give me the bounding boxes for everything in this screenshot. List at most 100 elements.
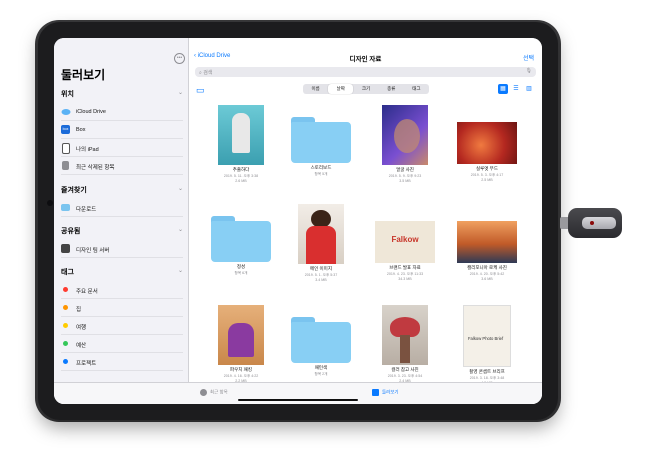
document-title: Falkow [391,235,419,244]
section-locations[interactable]: 위치 ⌄ [61,89,183,99]
sidebar-item-label: 다운로드 [76,207,97,213]
sidebar-item-label: 나의 iPad [76,147,99,153]
sidebar-item-icloud[interactable]: iCloud Drive [61,104,183,121]
sidebar-title: 둘러보기 [61,68,106,82]
search-placeholder: 검색 [203,70,213,76]
sidebar-item-downloads[interactable]: 다운로드 [61,200,183,217]
clock-icon [200,389,207,396]
document-thumbnail: Falkow [375,221,435,263]
file-meta: 2019. 4. 23. 오후 11:33 34.3 MB [386,272,424,281]
chevron-down-icon: ⌄ [177,90,183,96]
tab-recents[interactable]: 최근 항목 [200,389,228,396]
sidebar-item-label: 여행 [76,325,87,331]
grid-view-icon[interactable]: ▦ [498,84,508,94]
select-button[interactable]: 선택 [523,53,534,62]
file-tile[interactable]: 캘리포니아 로케 사진 2019. 4. 20. 오후 5:42 3.6 MB [449,221,525,281]
file-tile[interactable]: 얼굴 사진 2019. 5. 9. 오후 9:23 3.5 MB [367,105,443,183]
photo-thumbnail [457,221,517,263]
search-icon: ⌕ 검색 [199,70,213,76]
sort-kind[interactable]: 종류 [379,84,404,94]
section-label: 태그 [61,269,74,276]
file-meta: 항목 5개 [314,172,328,176]
sidebar-item-label: iCloud Drive [76,109,106,115]
sidebar-item-tag-important[interactable]: 주요 문서 [61,282,183,299]
file-meta: 2019. 5. 11. 오후 3:38 2.6 MB [223,174,259,183]
sidebar-item-label: 최근 삭제된 항목 [76,165,115,171]
file-tile[interactable]: 메인 이미지 2019. 5. 1. 오후 5:37 3.4 MB [283,204,359,282]
file-name: 파우치 패킹 [230,367,252,372]
column-view-icon[interactable]: ▥ [524,84,534,94]
sidebar-item-label: 디자인 팀 서버 [76,248,110,254]
folder-icon [372,389,379,396]
photo-thumbnail [382,105,428,165]
section-label: 즐겨찾기 [61,187,87,194]
sidebar-item-box[interactable]: box Box [61,122,183,139]
sidebar-item-tag-home[interactable]: 집 [61,300,183,317]
tag-yellow-icon [63,323,68,328]
sidebar-item-label: Box [76,127,86,133]
file-tile[interactable]: 실루엣 무드 2019. 5. 3. 오후 4:17 2.5 MB [449,122,525,182]
file-tile[interactable]: Falkow Photo Brief 촬영 콘셉트 브리프 2019. 3. 1… [449,305,525,385]
document-title: Falkow Photo Brief [468,336,504,341]
file-name: 패턴색 [314,365,328,370]
photo-thumbnail [457,122,517,164]
file-meta: 2019. 5. 1. 오후 5:37 3.4 MB [304,273,338,282]
tab-label: 둘러보기 [382,389,399,395]
chevron-down-icon: ⌄ [177,186,183,192]
file-tile[interactable]: Falkow 브랜드 발표 자료 2019. 4. 23. 오후 11:33 34… [367,221,443,281]
ipad-icon [62,143,70,154]
section-favorites[interactable]: 즐겨찾기 ⌄ [61,185,183,195]
sort-size[interactable]: 크기 [353,84,378,94]
file-meta: 항목 6개 [234,271,248,275]
ipad-screen: 오전 9:41 6월 16일 화요일 100% ••• 둘러보기 위치 ⌄ iC… [54,38,542,404]
file-tile[interactable]: 파우치 패킹 2019. 4. 16. 오후 4:22 2.2 MB [203,305,279,383]
file-name: 얼굴 사진 [396,167,414,172]
cloud-icon [61,107,71,116]
camera-icon [47,200,53,206]
list-view-icon[interactable]: ☰ [511,84,521,94]
usb-body [568,208,622,238]
sort-date[interactable]: 날짜 [328,84,354,94]
home-indicator [238,399,358,401]
usb-window [582,217,616,229]
section-label: 공유됨 [61,228,81,235]
folder-tile[interactable]: 스토리보드 항목 5개 [283,117,359,177]
sidebar-item-label: 주요 문서 [76,289,98,295]
file-name: 추출하다 [232,167,250,172]
folder-icon [211,216,271,262]
folder-tile[interactable]: 정성 항목 6개 [203,216,279,276]
sidebar-item-my-ipad[interactable]: 나의 iPad [61,140,183,157]
photo-thumbnail [298,204,344,264]
folder-icon [61,204,70,211]
sort-name[interactable]: 이름 [303,84,328,94]
file-meta: 항목 2개 [314,372,328,376]
sidebar-item-tag-budget[interactable]: 예산 [61,336,183,353]
chevron-down-icon: ⌄ [177,227,183,233]
tag-red-icon [63,287,68,292]
folder-icon [291,317,351,363]
sidebar: ••• 둘러보기 위치 ⌄ iCloud Drive box Box 나의 iP… [54,38,189,404]
sidebar-item-design-server[interactable]: 디자인 팀 서버 [61,241,183,258]
sidebar-item-label: 프로젝트 [76,361,97,367]
tab-label: 최근 항목 [210,389,228,395]
more-icon[interactable]: ••• [174,53,185,64]
section-tags[interactable]: 태그 ⌄ [61,267,183,277]
sidebar-item-tag-project[interactable]: 프로젝트 [61,354,183,371]
section-shared[interactable]: 공유됨 ⌄ [61,226,183,236]
search-input[interactable]: ⌕ 검색 🎙 [195,67,536,77]
sidebar-item-tag-travel[interactable]: 여행 [61,318,183,335]
file-tile[interactable]: 추출하다 2019. 5. 11. 오후 3:38 2.6 MB [203,105,279,183]
microphone-icon[interactable]: 🎙 [526,68,532,74]
section-label: 위치 [61,91,74,98]
new-folder-icon[interactable]: ▭ [196,85,205,96]
box-icon: box [61,125,70,134]
tab-browse[interactable]: 둘러보기 [372,389,399,396]
file-tile[interactable]: 컬러 참고 사진 2019. 3. 23. 오후 4:54 2.4 MB [367,305,443,383]
sidebar-item-recently-deleted[interactable]: 최근 삭제된 항목 [61,158,183,175]
sort-tags[interactable]: 태그 [404,84,429,94]
file-name: 스토리보드 [310,165,332,170]
folder-tile[interactable]: 패턴색 항목 2개 [283,317,359,377]
file-name: 캘리포니아 로케 사진 [467,265,507,270]
file-name: 컬러 참고 사진 [391,367,419,372]
usb-drive [560,208,622,238]
